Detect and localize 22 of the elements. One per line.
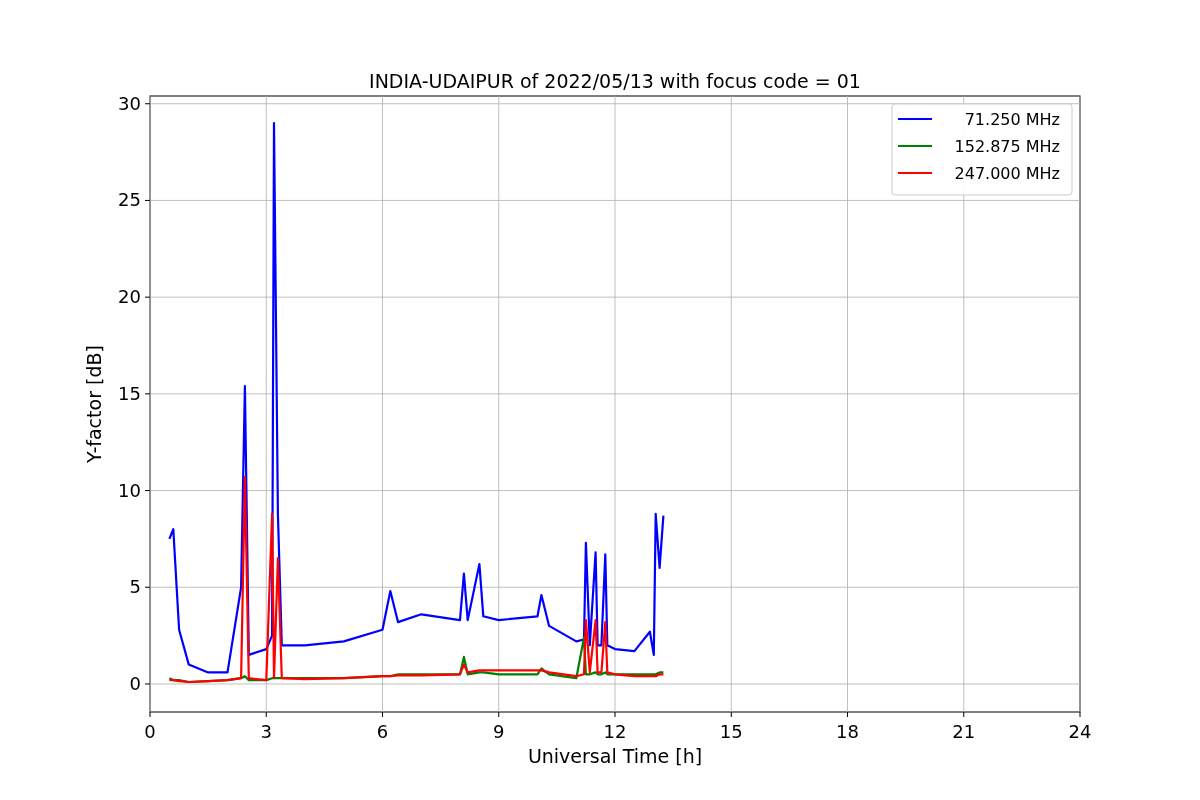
- x-tick-label: 12: [603, 721, 627, 742]
- x-tick-label: 24: [1068, 721, 1092, 742]
- legend-label: 152.875 MHz: [954, 137, 1060, 156]
- y-tick-label: 25: [118, 189, 141, 211]
- x-tick-label: 15: [719, 721, 743, 742]
- y-tick-label: 20: [118, 286, 141, 308]
- x-tick-label: 18: [836, 721, 859, 742]
- x-tick-label: 0: [144, 721, 156, 742]
- y-axis-label: Y-factor [dB]: [83, 345, 105, 463]
- x-tick-label: 6: [376, 721, 389, 742]
- x-axis-label: Universal Time [h]: [527, 745, 703, 767]
- y-tick-label: 10: [118, 479, 141, 501]
- x-tick-label: 9: [493, 721, 505, 742]
- y-tick-label: 30: [118, 92, 141, 114]
- y-tick-label: 15: [118, 382, 141, 404]
- legend-label: 71.250 MHz: [964, 110, 1060, 129]
- x-tick-label: 21: [952, 721, 976, 742]
- y-tick-label: 5: [129, 576, 141, 598]
- y-tick-label: 0: [129, 672, 141, 694]
- chart-title: INDIA-UDAIPUR of 2022/05/13 with focus code = 01: [369, 70, 861, 92]
- legend-label: 247.000 MHz: [954, 164, 1060, 183]
- x-tick-label: 3: [260, 721, 272, 742]
